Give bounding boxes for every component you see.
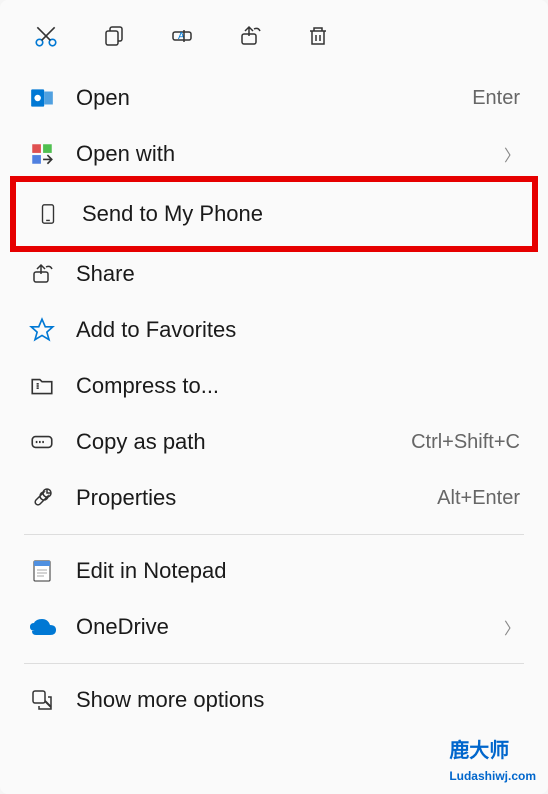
phone-icon [34, 200, 62, 228]
delete-icon[interactable] [304, 22, 332, 50]
show-more-icon [28, 686, 56, 714]
menu-open-label: Open [76, 85, 452, 111]
menu-open-with[interactable]: Open with 〉 [0, 126, 548, 182]
menu-properties-shortcut: Alt+Enter [437, 487, 520, 510]
copy-icon[interactable] [100, 22, 128, 50]
menu-compress[interactable]: Compress to... [0, 358, 548, 414]
menu-copy-path[interactable]: Copy as path Ctrl+Shift+C [0, 414, 548, 470]
menu-send-to-phone[interactable]: Send to My Phone [10, 176, 538, 252]
menu-open[interactable]: Open Enter [0, 70, 548, 126]
menu-properties[interactable]: Properties Alt+Enter [0, 470, 548, 526]
cut-icon[interactable] [32, 22, 60, 50]
menu-edit-notepad-label: Edit in Notepad [76, 558, 520, 584]
menu-share[interactable]: Share [0, 246, 548, 302]
share-menu-icon [28, 260, 56, 288]
watermark: 鹿大师 Ludashiwj.com [449, 734, 536, 786]
chevron-right-icon: 〉 [504, 142, 520, 166]
rename-icon[interactable]: A [168, 22, 196, 50]
open-with-icon [28, 140, 56, 168]
menu-show-more-label: Show more options [76, 687, 520, 713]
watermark-title: 鹿大师 [449, 740, 509, 762]
menu-open-shortcut: Enter [472, 87, 520, 110]
onedrive-icon [28, 613, 56, 641]
share-icon[interactable] [236, 22, 264, 50]
menu-send-to-phone-label: Send to My Phone [82, 201, 514, 227]
divider [24, 534, 524, 535]
chevron-right-icon: 〉 [504, 615, 520, 639]
menu-edit-notepad[interactable]: Edit in Notepad [0, 543, 548, 599]
zip-icon [28, 372, 56, 400]
menu-onedrive[interactable]: OneDrive 〉 [0, 599, 548, 655]
wrench-icon [28, 484, 56, 512]
menu-copy-path-shortcut: Ctrl+Shift+C [411, 431, 520, 454]
menu-add-favorites[interactable]: Add to Favorites [0, 302, 548, 358]
menu-show-more[interactable]: Show more options [0, 672, 548, 728]
copy-path-icon [28, 428, 56, 456]
menu-add-favorites-label: Add to Favorites [76, 317, 520, 343]
menu-copy-path-label: Copy as path [76, 429, 391, 455]
notepad-icon [28, 557, 56, 585]
divider [24, 663, 524, 664]
context-menu: A Open Ente [0, 0, 548, 794]
star-icon [28, 316, 56, 344]
menu-onedrive-label: OneDrive [76, 614, 484, 640]
menu-compress-label: Compress to... [76, 373, 520, 399]
menu-open-with-label: Open with [76, 141, 484, 167]
toolbar: A [0, 14, 548, 70]
menu-share-label: Share [76, 261, 520, 287]
outlook-icon [28, 84, 56, 112]
menu-properties-label: Properties [76, 485, 417, 511]
watermark-sub: Ludashiwj.com [449, 769, 536, 783]
